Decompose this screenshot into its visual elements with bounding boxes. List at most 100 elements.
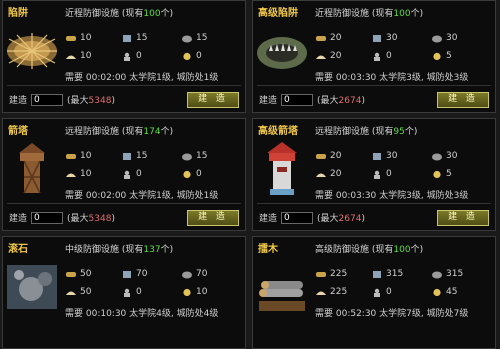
res-wood: 10 xyxy=(65,33,91,43)
card-desc: 中级防御设施 (现有137个) xyxy=(65,245,174,255)
build-row: 建造 (最大2674) xyxy=(259,93,365,106)
person-icon xyxy=(374,288,380,297)
res-gold: 10 xyxy=(181,287,207,297)
res-gold: 45 xyxy=(431,287,457,297)
res-stone: 30 xyxy=(431,151,457,161)
build-quantity-input[interactable] xyxy=(31,211,64,224)
res-wood: 10 xyxy=(65,151,91,161)
iron-icon xyxy=(123,34,131,42)
build-row: 建造 (最大5348) xyxy=(9,211,115,224)
max-info: (最大2674) xyxy=(317,214,365,224)
build-label: 建造 xyxy=(259,214,278,224)
stone-icon xyxy=(432,153,442,160)
res-stone: 315 xyxy=(431,269,463,279)
food-icon xyxy=(316,55,326,59)
res-population: 0 xyxy=(121,169,142,179)
res-gold: 5 xyxy=(431,169,452,179)
res-iron: 30 xyxy=(371,151,397,161)
res-iron: 315 xyxy=(371,269,403,279)
stone-icon xyxy=(182,35,192,42)
arrow-tower-image xyxy=(19,143,45,194)
stone-icon xyxy=(432,271,442,278)
card-name: 滚石 xyxy=(8,244,28,255)
iron-icon xyxy=(123,270,131,278)
build-button[interactable]: 建 造 xyxy=(187,92,239,108)
stone-icon xyxy=(432,35,442,42)
defense-building-grid: 陷阱 近程防御设施 (现有100个) 10 15 15 10 0 0 需要 00… xyxy=(0,0,500,349)
res-food: 50 xyxy=(65,287,91,297)
food-icon xyxy=(66,55,76,59)
gold-icon xyxy=(433,52,441,60)
res-iron: 15 xyxy=(121,151,147,161)
res-food: 20 xyxy=(315,169,341,179)
build-quantity-input[interactable] xyxy=(31,93,64,106)
res-food: 10 xyxy=(65,169,91,179)
build-quantity-input[interactable] xyxy=(281,93,314,106)
gold-icon xyxy=(183,52,191,60)
build-button[interactable]: 建 造 xyxy=(437,210,489,226)
res-wood: 20 xyxy=(315,33,341,43)
card-advanced-arrow-tower: 高级箭塔 远程防御设施 (现有95个) 20 30 30 20 0 5 需要 0… xyxy=(252,118,496,231)
res-wood: 225 xyxy=(315,269,347,279)
log-image xyxy=(259,281,305,311)
gold-icon xyxy=(183,170,191,178)
card-arrow-tower: 箭塔 远程防御设施 (现有174个) 10 15 15 10 0 0 需要 00… xyxy=(2,118,246,231)
wood-icon xyxy=(66,35,76,41)
card-rolling-stone: 滚石 中级防御设施 (现有137个) 50 70 70 50 0 10 需要 0… xyxy=(2,236,246,349)
build-button[interactable]: 建 造 xyxy=(187,210,239,226)
gold-icon xyxy=(433,288,441,296)
requirement-text: 需要 00:03:30 太学院3级, 城防处3级 xyxy=(315,73,469,83)
card-desc: 远程防御设施 (现有95个) xyxy=(315,127,418,137)
card-trap: 陷阱 近程防御设施 (现有100个) 10 15 15 10 0 0 需要 00… xyxy=(2,0,246,113)
stone-icon xyxy=(182,271,192,278)
card-name: 高级陷阱 xyxy=(258,8,298,19)
iron-icon xyxy=(373,270,381,278)
res-stone: 30 xyxy=(431,33,457,43)
res-food: 10 xyxy=(65,51,91,61)
person-icon xyxy=(124,288,130,297)
build-label: 建造 xyxy=(9,96,28,106)
res-population: 0 xyxy=(371,51,392,61)
build-row: 建造 (最大5348) xyxy=(9,93,115,106)
advanced-arrow-tower-image xyxy=(267,142,297,195)
card-log: 擂木 高级防御设施 (现有100个) 225 315 315 225 0 45 … xyxy=(252,236,496,349)
requirement-text: 需要 00:10:30 太学院4级, 城防处4级 xyxy=(65,309,219,319)
divider xyxy=(7,203,241,204)
max-info: (最大5348) xyxy=(67,96,115,106)
requirement-text: 需要 00:03:30 太学院3级, 城防处3级 xyxy=(315,191,469,201)
iron-icon xyxy=(373,34,381,42)
requirement-text: 需要 00:02:00 太学院1级, 城防处1级 xyxy=(65,191,219,201)
res-gold: 0 xyxy=(181,169,202,179)
divider xyxy=(257,85,491,86)
iron-icon xyxy=(123,152,131,160)
stone-icon xyxy=(182,153,192,160)
res-food: 225 xyxy=(315,287,347,297)
iron-icon xyxy=(373,152,381,160)
build-row: 建造 (最大2674) xyxy=(259,211,365,224)
person-icon xyxy=(124,52,130,61)
food-icon xyxy=(316,173,326,177)
build-label: 建造 xyxy=(259,96,278,106)
max-info: (最大5348) xyxy=(67,214,115,224)
card-desc: 近程防御设施 (现有100个) xyxy=(65,9,174,19)
gold-icon xyxy=(433,170,441,178)
food-icon xyxy=(66,173,76,177)
person-icon xyxy=(374,52,380,61)
card-name: 箭塔 xyxy=(8,126,28,137)
res-wood: 50 xyxy=(65,269,91,279)
wood-icon xyxy=(316,153,326,159)
wood-icon xyxy=(66,153,76,159)
card-name: 高级箭塔 xyxy=(258,126,298,137)
res-wood: 20 xyxy=(315,151,341,161)
card-advanced-trap: 高级陷阱 近程防御设施 (现有100个) 20 30 30 20 0 5 需要 … xyxy=(252,0,496,113)
res-food: 20 xyxy=(315,51,341,61)
build-label: 建造 xyxy=(9,214,28,224)
card-name: 陷阱 xyxy=(8,8,28,19)
res-population: 0 xyxy=(121,287,142,297)
build-quantity-input[interactable] xyxy=(281,211,314,224)
build-button[interactable]: 建 造 xyxy=(437,92,489,108)
requirement-text: 需要 00:52:30 太学院7级, 城防处7级 xyxy=(315,309,469,319)
res-iron: 70 xyxy=(121,269,147,279)
res-iron: 15 xyxy=(121,33,147,43)
res-stone: 70 xyxy=(181,269,207,279)
